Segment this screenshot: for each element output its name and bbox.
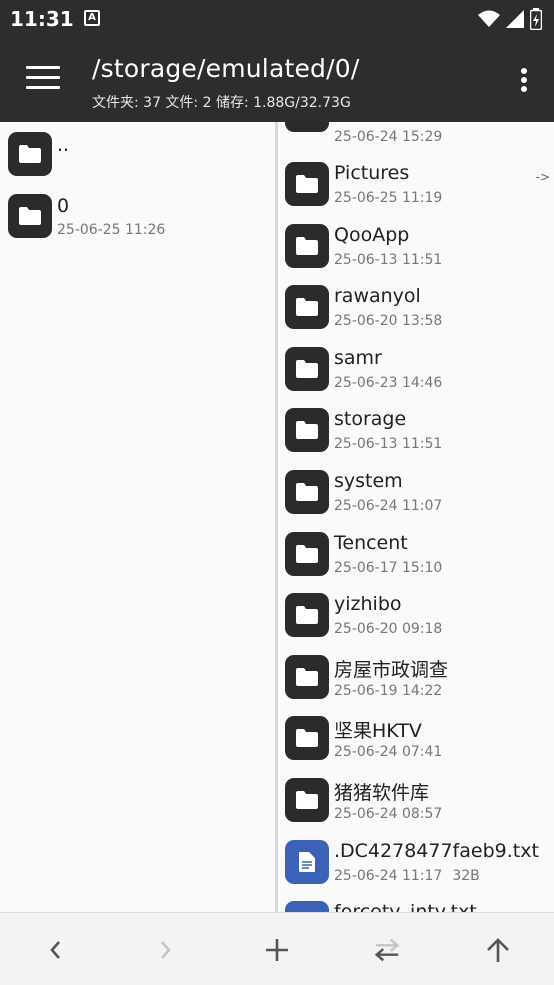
folder-icon <box>285 470 329 514</box>
bottom-toolbar <box>0 912 554 985</box>
list-item[interactable]: system 25-06-24 11:07 <box>285 470 550 526</box>
item-date: 25-06-24 11:17 <box>334 867 443 884</box>
item-name: .DC4278477faeb9.txt <box>334 839 539 862</box>
folder-icon <box>285 531 329 576</box>
arrow-up-icon <box>487 938 509 962</box>
item-meta: 25-06-20 09:18 <box>334 621 442 637</box>
item-meta: 25-06-20 13:58 <box>334 313 442 329</box>
item-date: 25-06-23 14:46 <box>334 374 443 391</box>
item-name: forcety_intv.txt <box>334 901 477 912</box>
list-item[interactable]: yizhibo 25-06-20 09:18 <box>285 593 550 649</box>
item-name: 坚果HKTV <box>334 720 422 743</box>
folder-icon <box>285 122 329 132</box>
status-time: 11:31 <box>10 7 74 31</box>
item-name: 0 <box>57 195 70 217</box>
list-item[interactable]: 猪猪软件库 25-06-24 08:57 <box>285 778 550 834</box>
list-item-parent[interactable]: .. <box>8 132 268 188</box>
item-date: 25-06-20 09:18 <box>334 621 443 638</box>
notification-icon: A <box>84 10 100 26</box>
folder-icon <box>285 716 329 761</box>
item-date: 25-06-13 11:51 <box>334 436 443 453</box>
list-item[interactable]: 房屋市政调查 25-06-19 14:22 <box>285 654 550 711</box>
item-name: samr <box>334 346 382 369</box>
list-item[interactable]: 坚果HKTV 25-06-24 07:41 <box>285 716 550 772</box>
item-date: 25-06-19 14:22 <box>334 682 443 699</box>
status-icons <box>478 8 542 30</box>
list-item-0[interactable]: 0 25-06-25 11:26 <box>8 194 268 250</box>
folder-icon <box>285 654 329 699</box>
item-date: 25-06-24 15:29 <box>334 129 443 145</box>
item-meta: 25-06-13 11:51 <box>334 436 442 452</box>
folder-icon <box>285 778 329 822</box>
item-meta: 25-06-24 08:57 <box>334 806 442 822</box>
swap-icon <box>374 938 400 962</box>
item-name: system <box>334 470 403 492</box>
item-meta: 25-06-24 11:07 <box>334 498 442 514</box>
forward-button[interactable] <box>151 935 181 965</box>
list-item-partial[interactable]: 25-06-24 15:29 <box>285 122 550 145</box>
item-meta: 25-06-19 14:22 <box>334 683 442 699</box>
list-item[interactable]: Tencent 25-06-17 15:10 <box>285 531 550 588</box>
item-name: storage <box>334 408 407 431</box>
list-item[interactable]: samr 25-06-23 14:46 <box>285 346 550 403</box>
chevron-left-icon <box>50 941 60 959</box>
item-name: Tencent <box>334 531 408 554</box>
item-meta: 25-06-24 11:17 32B <box>334 868 480 884</box>
item-size: 32B <box>452 867 480 884</box>
list-item[interactable]: Pictures 25-06-25 11:19 <box>285 162 550 218</box>
add-button[interactable] <box>262 935 292 965</box>
item-name: yizhibo <box>334 593 402 616</box>
folder-icon <box>8 194 52 238</box>
item-date: 25-06-20 13:58 <box>334 313 443 330</box>
item-date: 25-06-25 11:26 <box>57 222 166 238</box>
list-item[interactable]: storage 25-06-13 11:51 <box>285 408 550 464</box>
item-meta: 25-06-25 11:19 <box>334 190 442 206</box>
app-bar: /storage/emulated/0/ 文件夹: 37 文件: 2 储存: 1… <box>0 38 554 122</box>
text-file-icon <box>285 839 329 884</box>
item-date: 25-06-17 15:10 <box>334 559 443 576</box>
text-file-icon <box>285 901 329 912</box>
item-name: QooApp <box>334 223 410 246</box>
up-directory-button[interactable] <box>483 935 513 965</box>
item-name: rawanyol <box>334 285 421 308</box>
left-pane: .. 0 25-06-25 11:26 <box>0 122 275 912</box>
wifi-icon <box>478 10 500 27</box>
list-item[interactable]: .DC4278477faeb9.txt 25-06-24 11:17 32B <box>285 839 550 896</box>
item-date: 25-06-24 07:41 <box>334 744 443 761</box>
folder-icon <box>285 408 329 453</box>
battery-icon <box>530 8 542 30</box>
item-name: 房屋市政调查 <box>334 658 449 681</box>
back-button[interactable] <box>40 935 70 965</box>
item-date: 25-06-13 11:51 <box>334 251 443 268</box>
folder-icon <box>285 223 329 268</box>
item-date: 25-06-25 11:19 <box>334 190 443 206</box>
item-name: 猪猪软件库 <box>334 782 430 804</box>
item-date: 25-06-24 08:57 <box>334 806 443 822</box>
swap-panes-button[interactable] <box>372 935 402 965</box>
plus-icon <box>266 939 288 961</box>
signal-icon <box>506 10 524 28</box>
menu-icon[interactable] <box>26 66 60 94</box>
more-options-icon[interactable] <box>520 68 528 94</box>
item-name: .. <box>57 134 70 156</box>
item-name: Pictures <box>334 162 410 184</box>
item-meta: 25-06-23 14:46 <box>334 375 442 391</box>
folder-icon <box>8 132 52 176</box>
item-date: 25-06-24 11:07 <box>334 498 443 514</box>
list-item[interactable]: forcety_intv.txt <box>285 901 550 912</box>
folder-icon <box>285 346 329 391</box>
list-item[interactable]: QooApp 25-06-13 11:51 <box>285 223 550 280</box>
current-path: /storage/emulated/0/ <box>92 54 360 83</box>
folder-icon <box>285 162 329 206</box>
storage-summary: 文件夹: 37 文件: 2 储存: 1.88G/32.73G <box>92 95 351 111</box>
status-bar: 11:31 A <box>0 0 554 38</box>
item-meta: 25-06-17 15:10 <box>334 560 442 576</box>
right-pane[interactable]: 25-06-24 15:29 -> Pictures 25-06-25 11:19… <box>278 122 554 912</box>
item-meta: 25-06-24 07:41 <box>334 744 442 760</box>
list-item[interactable]: rawanyol 25-06-20 13:58 <box>285 285 550 341</box>
folder-icon <box>285 593 329 638</box>
chevron-right-icon <box>161 941 171 959</box>
folder-icon <box>285 285 329 330</box>
item-meta: 25-06-13 11:51 <box>334 252 442 268</box>
